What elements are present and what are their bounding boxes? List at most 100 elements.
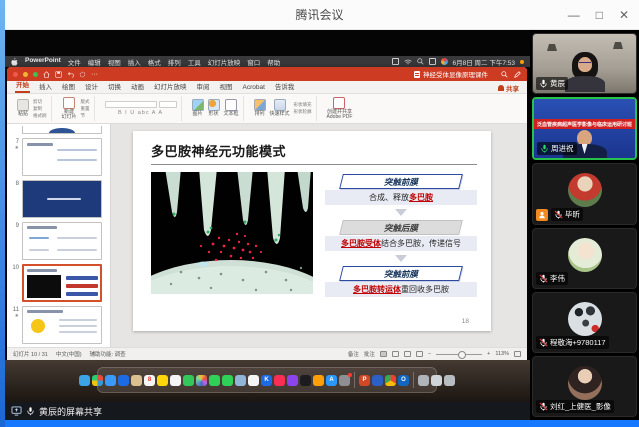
quick-styles-button[interactable]: 快速样式 xyxy=(270,99,290,118)
control-center-icon[interactable] xyxy=(429,58,436,65)
participant-tile[interactable]: 程敬海+9780117 xyxy=(532,292,637,353)
dock-app-icon-notes[interactable] xyxy=(157,375,168,386)
dock-app-icon-documents-stack[interactable] xyxy=(418,375,429,386)
clipboard-action[interactable]: 复制 xyxy=(33,106,47,112)
ribbon-tab-动画[interactable]: 动画 xyxy=(130,79,145,93)
mac-close-button[interactable] xyxy=(13,72,18,77)
ribbon-tab-Acrobat[interactable]: Acrobat xyxy=(242,82,266,93)
dock-app-icon-photos[interactable] xyxy=(196,375,207,386)
participant-tile[interactable]: 毕昕 xyxy=(532,163,637,224)
ribbon-tab-审阅[interactable]: 审阅 xyxy=(196,79,211,93)
dock-app-icon-downloads-folder[interactable] xyxy=(431,375,442,386)
dock-app-icon-contacts[interactable] xyxy=(131,375,142,386)
zoom-in-button[interactable]: + xyxy=(487,351,490,357)
shapes-button[interactable]: 形状 xyxy=(208,99,220,118)
mac-menu-item[interactable]: 幻灯片放映 xyxy=(208,57,241,67)
input-method-icon[interactable] xyxy=(392,58,399,65)
slide-thumbnail-11[interactable] xyxy=(22,306,102,344)
mac-menu-item[interactable]: 格式 xyxy=(148,57,161,67)
dock-app-icon-calendar[interactable]: 8 xyxy=(144,375,155,386)
minimize-button[interactable]: — xyxy=(568,8,580,22)
dock-app-icon-powerpoint[interactable]: P xyxy=(359,375,370,386)
dock-app-icon-finder[interactable] xyxy=(79,375,90,386)
ribbon-tab-插入[interactable]: 插入 xyxy=(38,79,53,93)
dock-app-icon-appletv[interactable] xyxy=(300,375,311,386)
reading-view-icon[interactable] xyxy=(404,351,411,357)
dock-app-icon-messages[interactable] xyxy=(209,375,220,386)
mac-zoom-button[interactable] xyxy=(33,72,38,77)
mac-menu-item[interactable]: 文件 xyxy=(68,57,81,67)
pictures-button[interactable]: 图片 xyxy=(192,99,204,118)
slide-action[interactable]: 版式 xyxy=(81,99,90,105)
font-format-buttons[interactable]: B I U abc A A xyxy=(118,110,163,116)
zoom-percentage[interactable]: 113% xyxy=(495,351,509,357)
textbox-button[interactable]: 文本框 xyxy=(224,99,239,118)
comments-button[interactable]: 批注 xyxy=(364,350,375,358)
wifi-icon[interactable] xyxy=(404,59,412,65)
dock-app-icon-wechat[interactable] xyxy=(372,375,383,386)
dock-app-icon-music[interactable] xyxy=(274,375,285,386)
normal-view-icon[interactable] xyxy=(380,351,387,357)
maximize-button[interactable]: □ xyxy=(596,8,603,22)
slide-thumbnail-8[interactable] xyxy=(22,180,102,218)
shape-action[interactable]: 形状轮廓 xyxy=(294,109,312,115)
dock-app-icon-stats[interactable] xyxy=(248,375,259,386)
font-size-select[interactable] xyxy=(159,101,177,108)
slide-counter[interactable]: 幻灯片 10 / 31 xyxy=(13,350,48,358)
mac-menu-item[interactable]: 排列 xyxy=(168,57,181,67)
close-button[interactable]: ✕ xyxy=(619,8,629,22)
ribbon-tab-视图[interactable]: 视图 xyxy=(219,79,234,93)
mac-menu-item[interactable]: 编辑 xyxy=(88,57,101,67)
undo-icon[interactable] xyxy=(67,71,74,78)
mac-date-time[interactable]: 6月8日 周二 下午7:53 xyxy=(453,57,516,67)
slide-action[interactable]: 节 xyxy=(81,113,90,119)
flow-diagram[interactable]: 突触前膜合成、释放 多巴胺突触后膜多巴胺受体 结合多巴胺，传递信号突触前膜多巴胺… xyxy=(325,172,477,297)
slide-thumbnail-9[interactable] xyxy=(22,222,102,260)
dock-app-icon-reminders[interactable] xyxy=(170,375,181,386)
dock-app-icon-keynote[interactable]: K xyxy=(261,375,272,386)
more-toolbar-icon[interactable]: ··· xyxy=(91,71,98,78)
adobe-pdf-button[interactable]: 创建并共享 Adobe PDF xyxy=(327,97,353,121)
accessibility-status[interactable]: 辅助功能: 调查 xyxy=(90,350,126,358)
ribbon-tab-设计[interactable]: 设计 xyxy=(84,79,99,93)
slide-thumbnail-7[interactable] xyxy=(22,138,102,176)
dock-app-icon-system-preferences[interactable] xyxy=(339,375,350,386)
slide-thumbnail-10[interactable] xyxy=(22,264,102,302)
mac-menu-item[interactable]: 插入 xyxy=(128,57,141,67)
shape-action[interactable]: 形状填充 xyxy=(294,102,312,108)
slide-action[interactable]: 重置 xyxy=(81,106,90,112)
mac-menu-item[interactable]: 视图 xyxy=(108,57,121,67)
siri-icon[interactable] xyxy=(441,58,448,65)
ppt-share-button[interactable]: 共享 xyxy=(498,83,519,93)
slide-canvas[interactable]: 多巴胺神经元功能模式 xyxy=(133,131,491,331)
participant-tile[interactable]: 泛血管疾病超声医学影像与临床运用研讨班 周进祝 xyxy=(532,97,637,160)
mac-minimize-button[interactable] xyxy=(23,72,28,77)
dock-app-icon-podcasts[interactable] xyxy=(287,375,298,386)
redo-icon[interactable] xyxy=(79,71,86,78)
clipboard-action[interactable]: 剪切 xyxy=(33,99,47,105)
zoom-out-button[interactable]: − xyxy=(428,351,431,357)
slideshow-view-icon[interactable] xyxy=(416,351,423,357)
ribbon-tab-告诉我[interactable]: 告诉我 xyxy=(274,79,296,93)
dock-app-icon-maps[interactable] xyxy=(183,375,194,386)
titlebar-search-icon[interactable] xyxy=(501,71,508,78)
zoom-slider[interactable] xyxy=(436,354,482,355)
language-indicator[interactable]: 中文(中国) xyxy=(56,350,82,358)
fit-to-window-icon[interactable] xyxy=(514,351,521,357)
save-icon[interactable] xyxy=(55,71,62,78)
mac-menu-item[interactable]: 帮助 xyxy=(267,57,280,67)
paste-button[interactable]: 粘贴 xyxy=(17,99,29,118)
ribbon-tab-开始[interactable]: 开始 xyxy=(15,77,30,93)
slide-thumbnail-panel[interactable]: 7★891011★ xyxy=(7,124,111,347)
slide-title[interactable]: 多巴胺神经元功能模式 xyxy=(151,141,477,160)
arrange-button[interactable]: 排列 xyxy=(254,99,266,118)
thumbnail-slide-6-partial[interactable] xyxy=(22,126,102,134)
mac-menu-item[interactable]: 窗口 xyxy=(247,57,260,67)
clipboard-action[interactable]: 格式刷 xyxy=(33,113,47,119)
home-icon[interactable] xyxy=(43,71,50,78)
edit-mode-icon[interactable] xyxy=(514,71,521,78)
mac-menu-item[interactable]: PowerPoint xyxy=(25,57,61,67)
ribbon-tab-绘图[interactable]: 绘图 xyxy=(61,79,76,93)
participant-tile[interactable]: 黄辰 xyxy=(532,33,637,94)
dock-app-icon-app-store[interactable]: A xyxy=(326,375,337,386)
